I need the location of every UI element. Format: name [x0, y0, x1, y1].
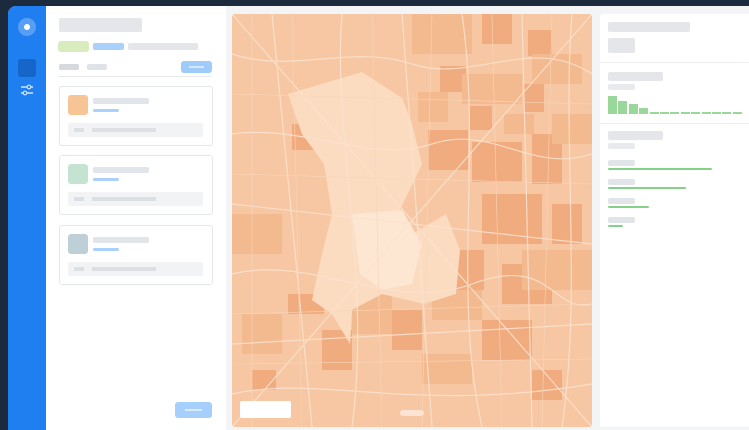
logo-icon[interactable]: [18, 18, 36, 36]
layer-field-row[interactable]: [68, 192, 203, 206]
breakdown-title: [608, 131, 663, 140]
histogram-bar: [608, 96, 617, 114]
layer-type: [93, 248, 119, 251]
layer-field-row[interactable]: [68, 262, 203, 276]
status-chip[interactable]: [58, 41, 89, 52]
layer-swatch: [68, 234, 88, 254]
layer-name: [93, 98, 149, 104]
layers-panel: [46, 6, 226, 430]
tab-data[interactable]: [87, 64, 107, 70]
tab-layers[interactable]: [59, 64, 79, 70]
histogram[interactable]: [608, 94, 743, 114]
histogram-bar: [732, 112, 742, 114]
layer-card[interactable]: [59, 86, 213, 146]
stat-label: [608, 160, 635, 166]
histogram-bar: [649, 112, 659, 114]
layer-type: [93, 178, 119, 181]
add-layer-button[interactable]: [181, 61, 212, 73]
stat-label: [608, 198, 635, 204]
stats-value: [608, 38, 635, 53]
stat-bar: [608, 168, 712, 170]
layer-field-row[interactable]: [68, 123, 203, 137]
histogram-bar: [712, 112, 721, 114]
nav-rail: [8, 6, 46, 430]
map-scale-bar: [400, 410, 424, 416]
histogram-bar: [691, 112, 701, 114]
stat-bar: [608, 225, 623, 227]
stat-bar: [608, 187, 686, 189]
choropleth-map: [232, 14, 592, 427]
layer-name: [93, 237, 149, 243]
breadcrumb-link[interactable]: [93, 43, 124, 50]
apply-button[interactable]: [175, 402, 212, 418]
histogram-title: [608, 72, 663, 81]
breadcrumb-text: [128, 43, 198, 50]
stats-title: [608, 22, 690, 32]
histogram-bar: [618, 101, 628, 114]
layer-swatch: [68, 164, 88, 184]
histogram-bar: [628, 104, 638, 114]
map-canvas[interactable]: [232, 14, 592, 427]
histogram-bar: [680, 112, 690, 114]
divider: [600, 62, 749, 63]
layer-card[interactable]: [59, 155, 213, 215]
histogram-bar: [701, 112, 711, 114]
stats-panel: [600, 14, 749, 427]
stat-label: [608, 179, 635, 185]
layer-type: [93, 109, 119, 112]
stat-bar: [608, 206, 649, 208]
app-window: [8, 6, 749, 430]
histogram-subtitle: [608, 84, 635, 90]
layer-name: [93, 167, 149, 173]
layer-swatch: [68, 95, 88, 115]
histogram-bar: [722, 112, 732, 114]
divider: [600, 123, 749, 124]
nav-item-home[interactable]: [18, 59, 36, 77]
filters-icon[interactable]: [19, 83, 35, 97]
stat-label: [608, 217, 635, 223]
map-legend[interactable]: [240, 401, 291, 418]
histogram-bar: [670, 112, 680, 114]
tab-divider: [58, 76, 212, 77]
layer-card[interactable]: [59, 225, 213, 285]
panel-title: [59, 18, 142, 32]
histogram-bar: [660, 112, 669, 114]
breakdown-subtitle: [608, 143, 635, 149]
histogram-bar: [639, 108, 649, 114]
